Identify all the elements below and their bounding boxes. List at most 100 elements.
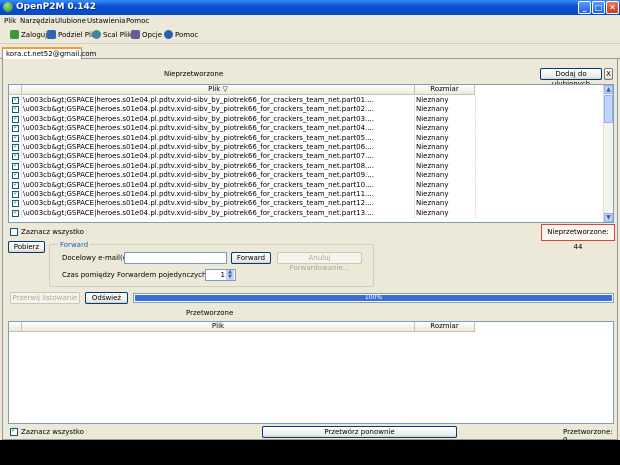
- row-checkbox[interactable]: [12, 180, 19, 189]
- table-row[interactable]: \u003cb&gt;GSPACE|heroes.s01e04.pl.pdtv.…: [9, 198, 605, 209]
- row-checkbox[interactable]: [12, 142, 19, 151]
- row-divider: [475, 161, 476, 171]
- toolbar-split-button[interactable]: Podziel Plik: [47, 30, 97, 39]
- row-file-name: \u003cb&gt;GSPACE|heroes.s01e04.pl.pdtv.…: [23, 143, 374, 151]
- row-checkbox[interactable]: [12, 151, 19, 161]
- menu-ulubione[interactable]: Ulubione: [55, 17, 86, 25]
- menu-plik[interactable]: Plik: [4, 17, 16, 25]
- table-row[interactable]: \u003cb&gt;GSPACE|heroes.s01e04.pl.pdtv.…: [9, 142, 605, 152]
- cancel-forward-button[interactable]: Anuluj Forwardowanie...: [277, 252, 362, 272]
- row-divider: [414, 96, 415, 105]
- row-checkbox[interactable]: [12, 170, 19, 180]
- help-icon: [164, 30, 173, 39]
- table-row[interactable]: \u003cb&gt;GSPACE|heroes.s01e04.pl.pdtv.…: [9, 114, 605, 124]
- row-divider: [21, 133, 22, 143]
- row-checkbox[interactable]: [12, 161, 19, 170]
- row-checkbox[interactable]: [12, 208, 19, 217]
- toolbar-options-button[interactable]: Opcje: [131, 30, 162, 39]
- unprocessed-table: Plik ▽ Rozmiar \u003cb&gt;GSPACE|heroes.…: [8, 84, 614, 223]
- delay-value: 1: [220, 271, 225, 279]
- row-divider: [414, 143, 415, 152]
- row-file-name: \u003cb&gt;GSPACE|heroes.s01e04.pl.pdtv.…: [23, 152, 374, 161]
- table-row[interactable]: \u003cb&gt;GSPACE|heroes.s01e04.pl.pdtv.…: [9, 151, 605, 162]
- column-header-size[interactable]: Rozmiar: [415, 85, 475, 95]
- row-checkbox[interactable]: [12, 95, 19, 104]
- reprocess-button[interactable]: Przetwórz ponownie: [262, 426, 457, 438]
- menu-ustawienia[interactable]: Ustawienia: [87, 17, 125, 25]
- refresh-button[interactable]: Odśwież: [85, 292, 128, 304]
- taskbar: [0, 440, 620, 465]
- delay-spinner[interactable]: 1 ▲ ▼: [205, 269, 236, 281]
- scroll-thumb[interactable]: [604, 95, 613, 123]
- menu-narzedzia[interactable]: Narzędzia: [20, 17, 55, 25]
- processed-column-header-file[interactable]: Plik: [22, 322, 415, 332]
- row-file-size: Nieznany: [416, 171, 449, 180]
- table-row[interactable]: \u003cb&gt;GSPACE|heroes.s01e04.pl.pdtv.…: [9, 123, 605, 134]
- row-divider: [21, 143, 22, 152]
- toolbar-merge-button[interactable]: Scal Pliki: [92, 30, 134, 39]
- table-row[interactable]: \u003cb&gt;GSPACE|heroes.s01e04.pl.pdtv.…: [9, 208, 605, 218]
- scroll-down-button[interactable]: ▼: [604, 213, 613, 222]
- vertical-scrollbar[interactable]: ▲ ▼: [603, 85, 613, 222]
- row-divider: [475, 190, 476, 199]
- close-window-button[interactable]: ✕: [606, 1, 619, 14]
- row-divider: [475, 114, 476, 124]
- main-window: OpenP2M 0.142 _ □ ✕ Plik Narzędzia Ulubi…: [0, 0, 620, 444]
- row-checkbox[interactable]: [12, 133, 19, 142]
- row-file-size: Nieznany: [416, 143, 449, 151]
- row-checkbox[interactable]: [12, 198, 19, 208]
- row-divider: [475, 199, 476, 209]
- row-divider: [21, 208, 22, 218]
- row-divider: [21, 161, 22, 171]
- row-checkbox[interactable]: [12, 104, 19, 114]
- table-row[interactable]: \u003cb&gt;GSPACE|heroes.s01e04.pl.pdtv.…: [9, 170, 605, 181]
- row-divider: [414, 208, 415, 218]
- login-icon: [10, 30, 19, 39]
- row-file-name: \u003cb&gt;GSPACE|heroes.s01e04.pl.pdtv.…: [23, 96, 374, 104]
- app-logo-icon: [3, 2, 13, 12]
- account-panel: Nieprzetworzone Dodaj do ulubionych X Pl…: [2, 59, 618, 444]
- row-file-name: \u003cb&gt;GSPACE|heroes.s01e04.pl.pdtv.…: [23, 190, 374, 198]
- progress-text: 100%: [364, 294, 383, 301]
- processed-heading: Przetworzone: [186, 309, 234, 317]
- toolbar-help-button[interactable]: Pomoc: [164, 30, 198, 39]
- row-file-size: Nieznany: [416, 208, 449, 217]
- table-row[interactable]: \u003cb&gt;GSPACE|heroes.s01e04.pl.pdtv.…: [9, 133, 605, 143]
- row-divider: [414, 124, 415, 134]
- table-row[interactable]: \u003cb&gt;GSPACE|heroes.s01e04.pl.pdtv.…: [9, 161, 605, 171]
- forward-button[interactable]: Forward: [231, 252, 271, 264]
- row-checkbox[interactable]: [12, 189, 19, 198]
- maximize-button[interactable]: □: [592, 1, 605, 14]
- download-button[interactable]: Pobierz: [8, 241, 45, 253]
- email-field[interactable]: [124, 252, 227, 264]
- header-checkbox-col: [9, 85, 22, 95]
- scroll-up-button[interactable]: ▲: [604, 85, 613, 94]
- row-divider: [414, 199, 415, 209]
- row-divider: [21, 180, 22, 190]
- row-checkbox[interactable]: [12, 123, 19, 133]
- spinner-arrows-icon[interactable]: ▲ ▼: [226, 270, 234, 280]
- select-all-unprocessed-checkbox[interactable]: [10, 228, 18, 236]
- table-row[interactable]: \u003cb&gt;GSPACE|heroes.s01e04.pl.pdtv.…: [9, 180, 605, 190]
- row-divider: [21, 105, 22, 115]
- menu-pomoc[interactable]: Pomoc: [126, 17, 149, 25]
- row-divider: [414, 114, 415, 124]
- unprocessed-count: Nieprzetworzone: 44: [541, 224, 615, 251]
- stop-listing-button[interactable]: Przerwij listowanie: [10, 292, 80, 304]
- processed-header-checkbox-col: [9, 322, 22, 332]
- column-header-file[interactable]: Plik ▽: [22, 85, 415, 95]
- row-divider: [21, 114, 22, 124]
- table-row[interactable]: \u003cb&gt;GSPACE|heroes.s01e04.pl.pdtv.…: [9, 189, 605, 199]
- window-title: OpenP2M 0.142: [16, 2, 97, 12]
- add-to-favorites-button[interactable]: Dodaj do ulubionych: [540, 68, 602, 88]
- row-checkbox[interactable]: [12, 114, 19, 123]
- minimize-button[interactable]: _: [578, 1, 591, 14]
- select-all-processed-checkbox[interactable]: [10, 426, 18, 436]
- forward-group: Forward Docelowy e-mail(e) Forward Anulu…: [49, 241, 374, 287]
- table-row[interactable]: \u003cb&gt;GSPACE|heroes.s01e04.pl.pdtv.…: [9, 104, 605, 115]
- processed-column-header-size[interactable]: Rozmiar: [415, 322, 475, 332]
- row-divider: [21, 199, 22, 209]
- toolbar-login-button[interactable]: Zaloguj: [10, 30, 47, 39]
- table-row[interactable]: \u003cb&gt;GSPACE|heroes.s01e04.pl.pdtv.…: [9, 95, 605, 105]
- close-section-button[interactable]: X: [604, 68, 613, 80]
